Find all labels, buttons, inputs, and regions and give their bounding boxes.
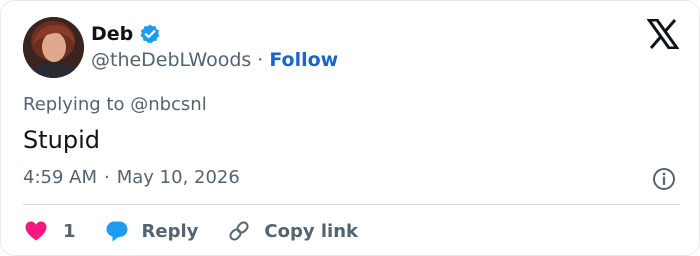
verified-badge-icon	[139, 23, 161, 45]
info-icon[interactable]	[652, 167, 676, 191]
tweet-actions: 1 Reply Copy link	[23, 215, 358, 247]
link-icon	[226, 218, 252, 244]
handle-separator: ·	[257, 49, 264, 71]
heart-icon	[23, 218, 49, 244]
tweet-timestamp[interactable]: 4:59 AM · May 10, 2026	[23, 167, 240, 189]
author-handle[interactable]: @theDebLWoods	[91, 49, 251, 71]
reply-label: Reply	[141, 220, 199, 242]
author-handle-row: @theDebLWoods · Follow	[91, 49, 338, 71]
avatar-image	[23, 17, 84, 78]
tweet-date: May 10, 2026	[116, 167, 240, 188]
tweet-time: 4:59 AM	[23, 167, 97, 188]
tweet-text: Stupid	[23, 126, 100, 154]
like-count: 1	[63, 220, 76, 242]
follow-button[interactable]: Follow	[269, 49, 338, 71]
reply-button[interactable]: Reply	[104, 218, 199, 244]
x-logo-icon[interactable]	[646, 18, 680, 50]
replying-to[interactable]: Replying to @nbcsnl	[23, 94, 207, 116]
author-name[interactable]: Deb	[91, 23, 133, 45]
divider	[23, 204, 680, 205]
avatar[interactable]	[23, 17, 84, 78]
author-name-row: Deb	[91, 23, 161, 45]
copy-link-button[interactable]: Copy link	[226, 218, 358, 244]
copy-link-label: Copy link	[264, 220, 358, 242]
like-button[interactable]: 1	[23, 218, 76, 244]
timestamp-separator: ·	[104, 167, 110, 188]
speech-bubble-icon	[104, 218, 130, 244]
tweet-card: Deb @theDebLWoods · Follow Replying to @…	[0, 0, 700, 256]
